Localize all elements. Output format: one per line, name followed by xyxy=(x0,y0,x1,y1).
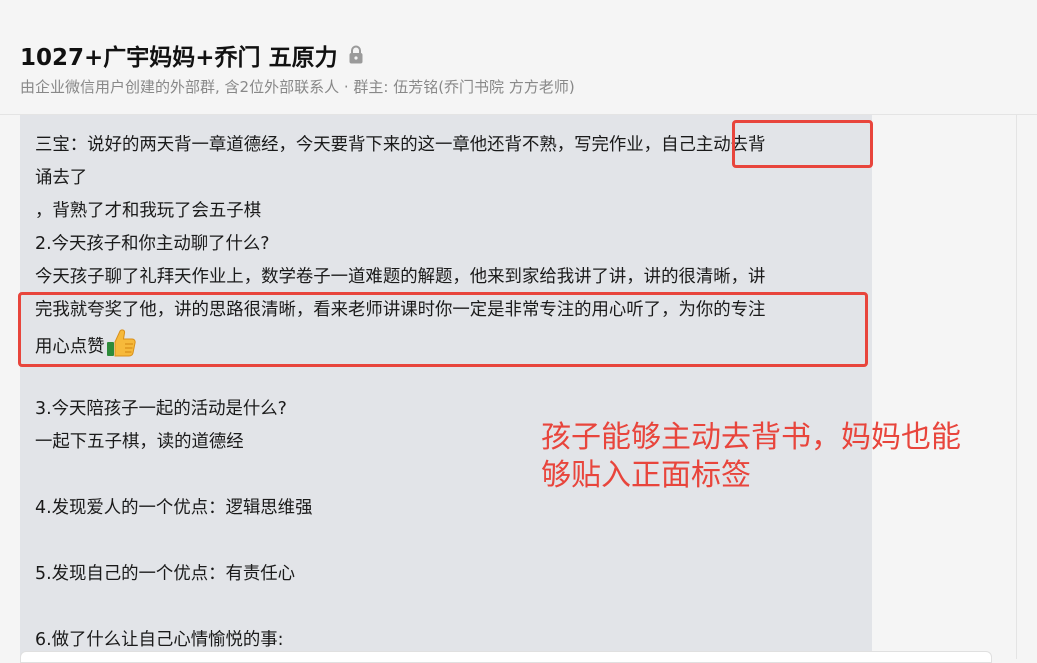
side-panel-edge xyxy=(1016,115,1037,659)
message-line: 三宝：说好的两天背一章道德经，今天要背下来的这一章他还背不熟，写完作业，自己主动… xyxy=(35,135,766,155)
annotation-line: 够贴入正面标签 xyxy=(541,458,751,493)
message-line: 4.发现爱人的一个优点：逻辑思维强 xyxy=(35,498,313,518)
message-line: ，背熟了才和我玩了会五子棋 xyxy=(35,201,262,221)
annotation-note: 孩子能够主动去背书，妈妈也能 够贴入正面标签 xyxy=(541,419,961,495)
message-line: 2.今天孩子和你主动聊了什么? xyxy=(35,234,270,254)
title-row: 1027+广宇妈妈+乔门 五原力 xyxy=(20,38,364,72)
chat-header: 1027+广宇妈妈+乔门 五原力 由企业微信用户创建的外部群, 含2位外部联系人… xyxy=(0,0,1037,115)
message-line-with-emoji: 用心点赞 xyxy=(35,327,872,360)
message-text: 用心点赞 xyxy=(35,337,105,357)
message-line: 诵去了 xyxy=(35,168,88,188)
annotation-line: 孩子能够主动去背书，妈妈也能 xyxy=(541,420,961,455)
lock-icon xyxy=(348,45,364,65)
chat-title[interactable]: 1027+广宇妈妈+乔门 五原力 xyxy=(20,38,338,72)
message-line: 今天孩子聊了礼拜天作业上，数学卷子一道难题的解题，他来到家给我讲了讲，讲的很清晰… xyxy=(35,267,766,287)
message-line: 完我就夸奖了他，讲的思路很清晰，看来老师讲课时你一定是非常专注的用心听了，为你的… xyxy=(35,300,766,320)
message-line: 5.发现自己的一个优点：有责任心 xyxy=(35,564,296,584)
thumbs-up-icon xyxy=(105,327,137,359)
chat-subtitle: 由企业微信用户创建的外部群, 含2位外部联系人 · 群主: 伍芳铭(乔门书院 方… xyxy=(20,78,575,96)
message-input-box[interactable] xyxy=(20,651,992,663)
message-bubble[interactable]: 三宝：说好的两天背一章道德经，今天要背下来的这一章他还背不熟，写完作业，自己主动… xyxy=(20,115,872,659)
